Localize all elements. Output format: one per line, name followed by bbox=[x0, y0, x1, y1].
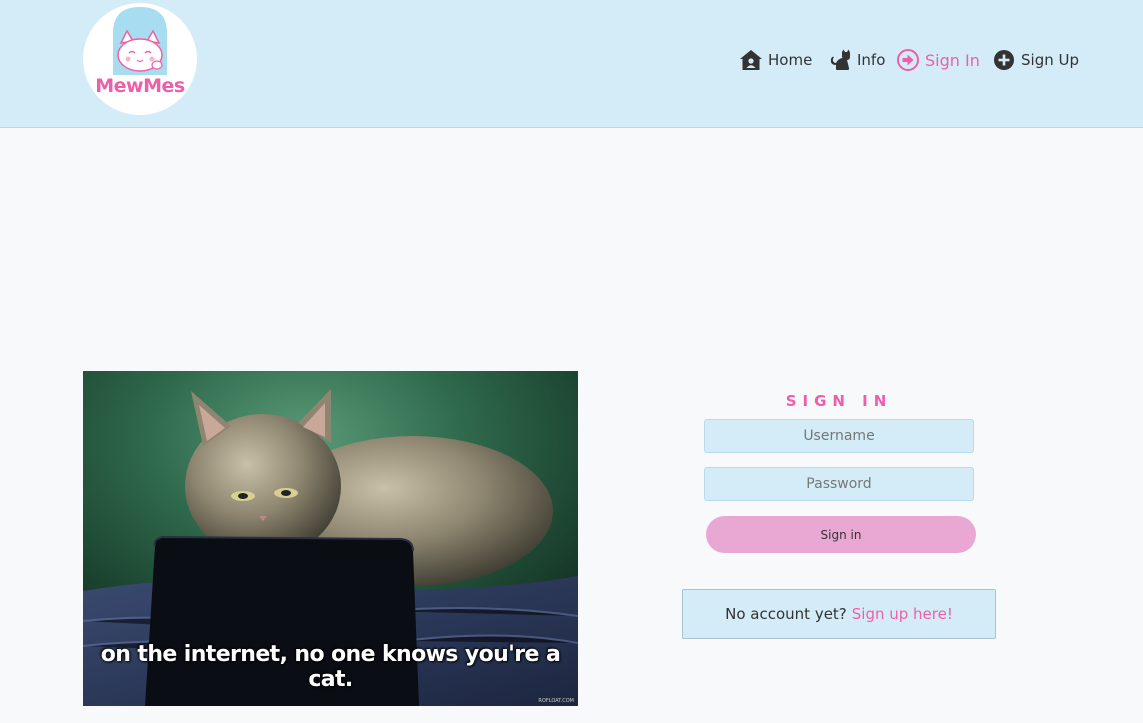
nav-signup[interactable]: Sign Up bbox=[992, 46, 1079, 74]
circle-plus-icon bbox=[992, 48, 1016, 72]
nav-home[interactable]: Home bbox=[739, 46, 812, 74]
nav-signin[interactable]: Sign In bbox=[896, 46, 980, 74]
signin-title: SIGN IN bbox=[785, 392, 893, 410]
circle-arrow-right-icon bbox=[896, 48, 920, 72]
cat-laptop-image: on the internet, no one knows you're a c… bbox=[83, 371, 578, 706]
logo-text: MewMes bbox=[95, 75, 185, 97]
nav-info-label: Info bbox=[857, 51, 886, 69]
signup-link[interactable]: Sign up here! bbox=[852, 605, 953, 623]
cat-credit: ROFLOAT.COM bbox=[538, 698, 574, 704]
no-account-box: No account yet? Sign up here! bbox=[682, 589, 996, 639]
cat-caption: on the internet, no one knows you're a c… bbox=[100, 642, 561, 692]
nav-signup-label: Sign Up bbox=[1021, 51, 1079, 69]
nav-signin-label: Sign In bbox=[925, 50, 980, 70]
nav-info[interactable]: Info bbox=[828, 46, 885, 74]
username-input[interactable] bbox=[704, 419, 974, 453]
password-input[interactable] bbox=[704, 467, 974, 501]
nav-home-label: Home bbox=[768, 51, 813, 69]
no-account-text: No account yet? bbox=[725, 605, 847, 623]
logo[interactable]: MewMes bbox=[83, 3, 197, 115]
signin-button[interactable]: Sign in bbox=[706, 516, 976, 553]
navbar: MewMes Home Info Sign In Sign Up bbox=[0, 0, 1143, 128]
cat-logo-icon bbox=[113, 7, 167, 75]
cat-icon bbox=[828, 48, 852, 72]
house-user-icon bbox=[739, 48, 763, 72]
